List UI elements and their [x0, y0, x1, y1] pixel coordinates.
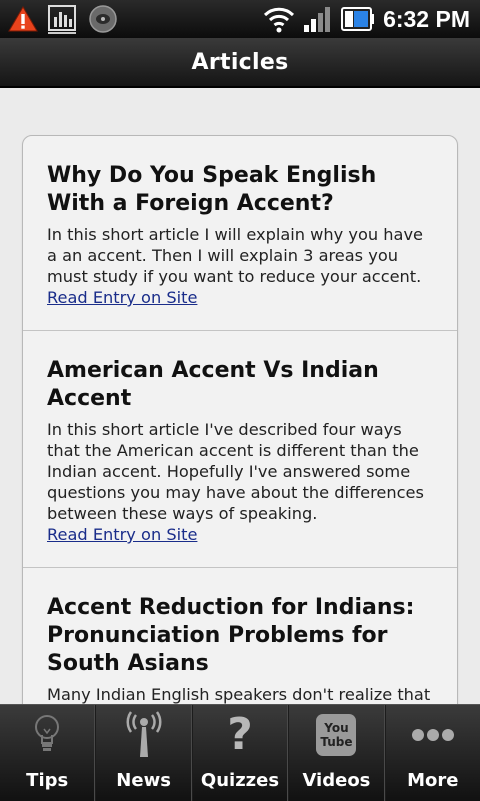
tab-quizzes[interactable]: ? Quizzes [191, 705, 289, 801]
page-title: Articles [191, 49, 289, 75]
tab-more[interactable]: More [384, 705, 480, 801]
article-title[interactable]: American Accent Vs Indian Accent [47, 357, 433, 413]
warning-icon [8, 6, 38, 32]
article-description: Many Indian English speakers don't reali… [47, 685, 431, 704]
article-description: In this short article I've described fou… [47, 420, 424, 523]
tab-news[interactable]: News [95, 705, 192, 801]
chart-icon [48, 5, 76, 34]
read-entry-link[interactable]: Read Entry on Site [47, 524, 197, 545]
bottom-tab-bar: Tips News ? Quizzes You Tube Videos More [0, 704, 480, 801]
youtube-icon-text-you: You [324, 721, 349, 735]
tab-label: Videos [302, 770, 371, 791]
tab-tips[interactable]: Tips [0, 705, 96, 801]
article-item[interactable]: American Accent Vs Indian Accent In this… [23, 331, 457, 568]
article-title[interactable]: Why Do You Speak English With a Foreign … [47, 162, 433, 218]
article-description: In this short article I will explain why… [47, 225, 424, 286]
article-list-container[interactable]: Why Do You Speak English With a Foreign … [0, 88, 480, 704]
wifi-icon [264, 7, 295, 33]
article-card: Why Do You Speak English With a Foreign … [22, 135, 458, 704]
status-bar: 6:32 PM [0, 0, 480, 38]
youtube-icon: You Tube [316, 714, 357, 756]
article-title[interactable]: Accent Reduction for Indians: Pronunciat… [47, 594, 433, 678]
article-item[interactable]: Accent Reduction for Indians: Pronunciat… [23, 568, 457, 704]
antenna-icon [126, 711, 162, 757]
battery-icon [341, 7, 375, 31]
more-dots-icon [411, 729, 454, 741]
tab-label: News [116, 770, 171, 791]
tab-label: More [407, 770, 459, 791]
title-bar: Articles [0, 38, 480, 88]
media-icon [89, 5, 117, 33]
read-entry-link[interactable]: Read Entry on Site [47, 287, 197, 308]
lightbulb-icon [35, 715, 60, 751]
signal-icon [304, 7, 331, 32]
clock: 6:32 PM [383, 5, 470, 32]
tab-videos[interactable]: You Tube Videos [288, 705, 385, 801]
tab-label: Tips [26, 770, 69, 791]
article-item[interactable]: Why Do You Speak English With a Foreign … [23, 136, 457, 331]
question-mark-icon: ? [227, 709, 253, 760]
youtube-icon-text-tube: Tube [320, 735, 353, 749]
tab-label: Quizzes [200, 770, 280, 791]
